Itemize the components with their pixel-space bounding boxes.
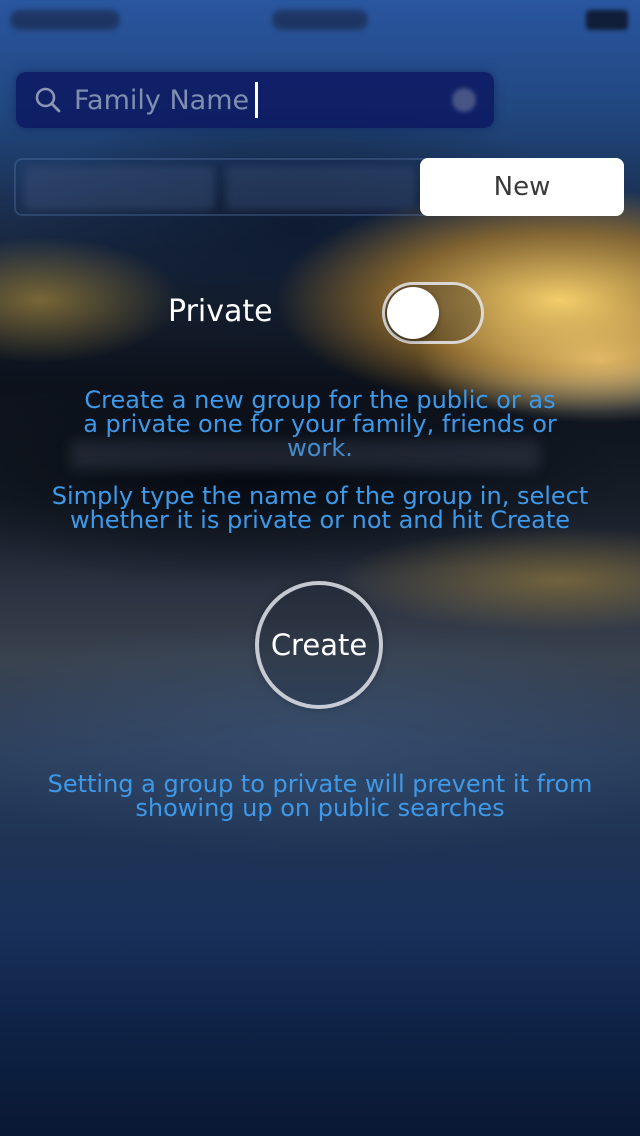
private-label: Private <box>168 294 273 329</box>
private-toggle[interactable] <box>382 282 484 344</box>
blurred-background-text <box>70 440 540 470</box>
status-time-blurred <box>272 10 368 30</box>
status-bar <box>0 0 640 40</box>
search-bar[interactable] <box>16 72 494 128</box>
clear-icon[interactable] <box>452 88 476 112</box>
search-button-blurred[interactable] <box>538 1074 614 1106</box>
toggle-knob <box>387 287 439 339</box>
text-cursor <box>255 82 258 118</box>
segment-private-blurred[interactable] <box>226 166 416 210</box>
segment-new[interactable]: New <box>420 158 624 216</box>
status-carrier-blurred <box>10 10 120 30</box>
cancel-button-blurred[interactable] <box>514 76 626 122</box>
search-input[interactable] <box>74 80 444 120</box>
create-button[interactable]: Create <box>255 581 383 709</box>
private-note-text: Setting a group to private will prevent … <box>47 770 593 822</box>
search-icon <box>35 87 61 113</box>
segment-public-blurred[interactable] <box>24 166 214 210</box>
battery-icon <box>586 10 628 30</box>
instructions-text: Simply type the name of the group in, se… <box>51 482 589 534</box>
